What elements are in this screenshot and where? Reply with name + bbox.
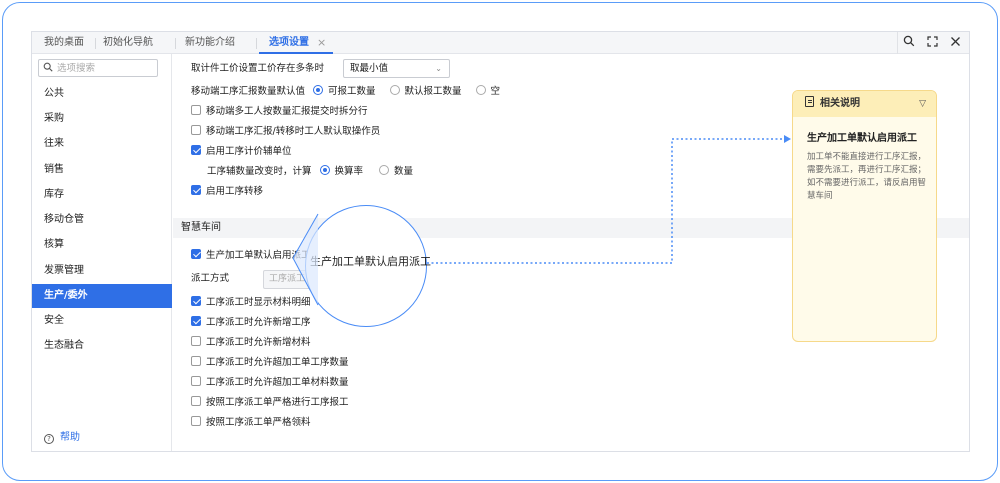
strict-material-pick-checkbox[interactable]: [191, 416, 201, 426]
close-icon[interactable]: [944, 32, 966, 54]
process-transfer-row[interactable]: 启用工序转移: [191, 184, 263, 200]
split-submit-checkbox[interactable]: [191, 105, 201, 115]
sidebar-item-public[interactable]: 公共: [32, 82, 172, 106]
allow-add-process-checkbox[interactable]: [191, 316, 201, 326]
tab-my-desktop[interactable]: 我的桌面: [44, 32, 84, 54]
sidebar-item-accounts[interactable]: 往来: [32, 132, 172, 156]
price-rule-value: 取最小值: [350, 63, 389, 74]
option-row[interactable]: 工序派工时允许超加工单材料数量: [191, 375, 349, 391]
sidebar-item-ecosystem[interactable]: 生态融合: [32, 334, 172, 358]
chevron-down-icon: ⌄: [435, 64, 442, 73]
sidebar-item-purchase[interactable]: 采购: [32, 107, 172, 131]
mobile-default-row: 移动端工序汇报数量默认值 可报工数量 默认报工数量 空: [191, 84, 500, 100]
help-link[interactable]: ? 帮助: [44, 431, 80, 445]
option-row[interactable]: 按照工序派工单严格进行工序报工: [191, 395, 349, 411]
sidebar-item-accounting[interactable]: 核算: [32, 233, 172, 257]
split-submit-row[interactable]: 移动端多工人按数量汇报提交时拆分行: [191, 104, 368, 120]
radio-quantity[interactable]: [379, 165, 390, 175]
option-row[interactable]: 工序派工时允许超加工单工序数量: [191, 355, 349, 371]
strict-process-report-checkbox[interactable]: [191, 396, 201, 406]
cancel-operator-checkbox[interactable]: [191, 125, 201, 135]
radio-label: 数量: [394, 166, 414, 177]
checkbox-label: 启用工序转移: [206, 186, 264, 197]
radio-label: 空: [490, 86, 501, 97]
radio-label: 换算率: [334, 166, 364, 177]
help-panel-title: 生产加工单默认启用派工: [807, 133, 917, 144]
tab-new-features[interactable]: 新功能介绍: [185, 32, 235, 54]
sidebar-item-inventory[interactable]: 库存: [32, 183, 172, 207]
checkbox-label: 工序派工时允许新增工序: [206, 317, 311, 328]
radio-label: 可报工数量: [328, 86, 376, 97]
piece-aux-unit-row[interactable]: 启用工序计价辅单位: [191, 144, 292, 160]
help-icon: ?: [44, 434, 54, 444]
allow-add-material-checkbox[interactable]: [191, 336, 201, 346]
radio-label: 默认报工数量: [404, 86, 462, 97]
search-icon[interactable]: [898, 32, 920, 54]
option-row[interactable]: 工序派工时显示材料明细: [191, 295, 311, 311]
tab-separator: [95, 38, 96, 49]
magnifier-text: 生产加工单默认启用派工: [310, 255, 431, 268]
aux-change-label: 工序辅数量改变时，计算: [207, 166, 312, 177]
checkbox-label: 生产加工单默认启用派工: [206, 250, 311, 261]
tab-bar: 我的桌面 初始化导航 新功能介绍 选项设置 ×: [32, 32, 969, 54]
sidebar-item-invoice[interactable]: 发票管理: [32, 259, 172, 283]
sidebar: 公共 采购 往来 销售 库存 移动仓管 核算 发票管理 生产/委外 安全 生态融…: [32, 54, 172, 451]
checkbox-label: 移动端工序汇报/转移时工人默认取操作员: [206, 126, 381, 137]
checkbox-label: 工序派工时允许超加工单工序数量: [206, 357, 349, 368]
radio-reportable-qty[interactable]: [313, 85, 324, 95]
help-panel-body: 加工单不能直接进行工序汇报，需要先派工，再进行工序汇报；如不需要进行派工，请反启…: [807, 152, 927, 201]
tab-separator: [175, 38, 176, 49]
sidebar-item-production[interactable]: 生产/委外: [32, 284, 172, 308]
checkbox-label: 工序派工时允许新增材料: [206, 337, 311, 348]
checkbox-label: 按照工序派工单严格领料: [206, 417, 311, 428]
search-input[interactable]: [57, 61, 155, 75]
radio-empty[interactable]: [475, 85, 486, 95]
option-row[interactable]: 按照工序派工单严格领料: [191, 415, 311, 431]
help-label: 帮助: [60, 432, 80, 443]
checkbox-label: 工序派工时允许超加工单材料数量: [206, 377, 349, 388]
tab-close-icon[interactable]: ×: [317, 32, 326, 54]
sidebar-item-mobile-warehouse[interactable]: 移动仓管: [32, 208, 172, 232]
expand-icon[interactable]: [921, 32, 943, 54]
mobile-default-label: 移动端工序汇报数量默认值: [191, 86, 306, 97]
help-panel: 相关说明 ▽ 生产加工单默认启用派工 加工单不能直接进行工序汇报，需要先派工，再…: [792, 90, 937, 342]
radio-conversion-rate[interactable]: [319, 165, 330, 175]
checkbox-label: 工序派工时显示材料明细: [206, 297, 311, 308]
price-rule-select[interactable]: 取最小值 ⌄: [343, 59, 450, 78]
default-dispatch-checkbox[interactable]: [191, 249, 201, 259]
checkbox-label: 按照工序派工单严格进行工序报工: [206, 397, 349, 408]
allow-exceed-material-qty-checkbox[interactable]: [191, 376, 201, 386]
help-panel-header[interactable]: 相关说明 ▽: [793, 91, 936, 117]
option-row[interactable]: 工序派工时允许新增材料: [191, 335, 311, 351]
dispatch-method-label: 派工方式: [191, 273, 230, 284]
tab-init-nav[interactable]: 初始化导航: [103, 32, 153, 54]
tab-options-settings[interactable]: 选项设置: [269, 32, 309, 54]
help-panel-header-label: 相关说明: [820, 98, 860, 109]
search-icon: [43, 62, 53, 72]
document-icon: [805, 96, 814, 107]
price-rule-label: 取计件工价设置工价存在多条时: [191, 63, 325, 74]
radio-default-qty[interactable]: [389, 85, 400, 95]
aux-change-row: 工序辅数量改变时，计算 换算率 数量: [207, 164, 413, 180]
checkbox-label: 移动端多工人按数量汇报提交时拆分行: [206, 106, 368, 117]
show-material-detail-checkbox[interactable]: [191, 296, 201, 306]
sidebar-item-security[interactable]: 安全: [32, 309, 172, 333]
checkbox-label: 启用工序计价辅单位: [206, 146, 292, 157]
piece-aux-unit-checkbox[interactable]: [191, 145, 201, 155]
allow-exceed-process-qty-checkbox[interactable]: [191, 356, 201, 366]
process-transfer-checkbox[interactable]: [191, 185, 201, 195]
cancel-operator-row[interactable]: 移动端工序汇报/转移时工人默认取操作员: [191, 124, 380, 140]
tab-separator: [256, 38, 257, 49]
sidebar-search[interactable]: [38, 59, 158, 77]
option-row[interactable]: 工序派工时允许新增工序: [191, 315, 311, 331]
chevron-down-icon[interactable]: ▽: [919, 91, 926, 117]
default-dispatch-row[interactable]: 生产加工单默认启用派工: [191, 248, 311, 264]
sidebar-item-sales[interactable]: 销售: [32, 158, 172, 182]
magnifier-callout: 生产加工单默认启用派工: [305, 205, 431, 327]
